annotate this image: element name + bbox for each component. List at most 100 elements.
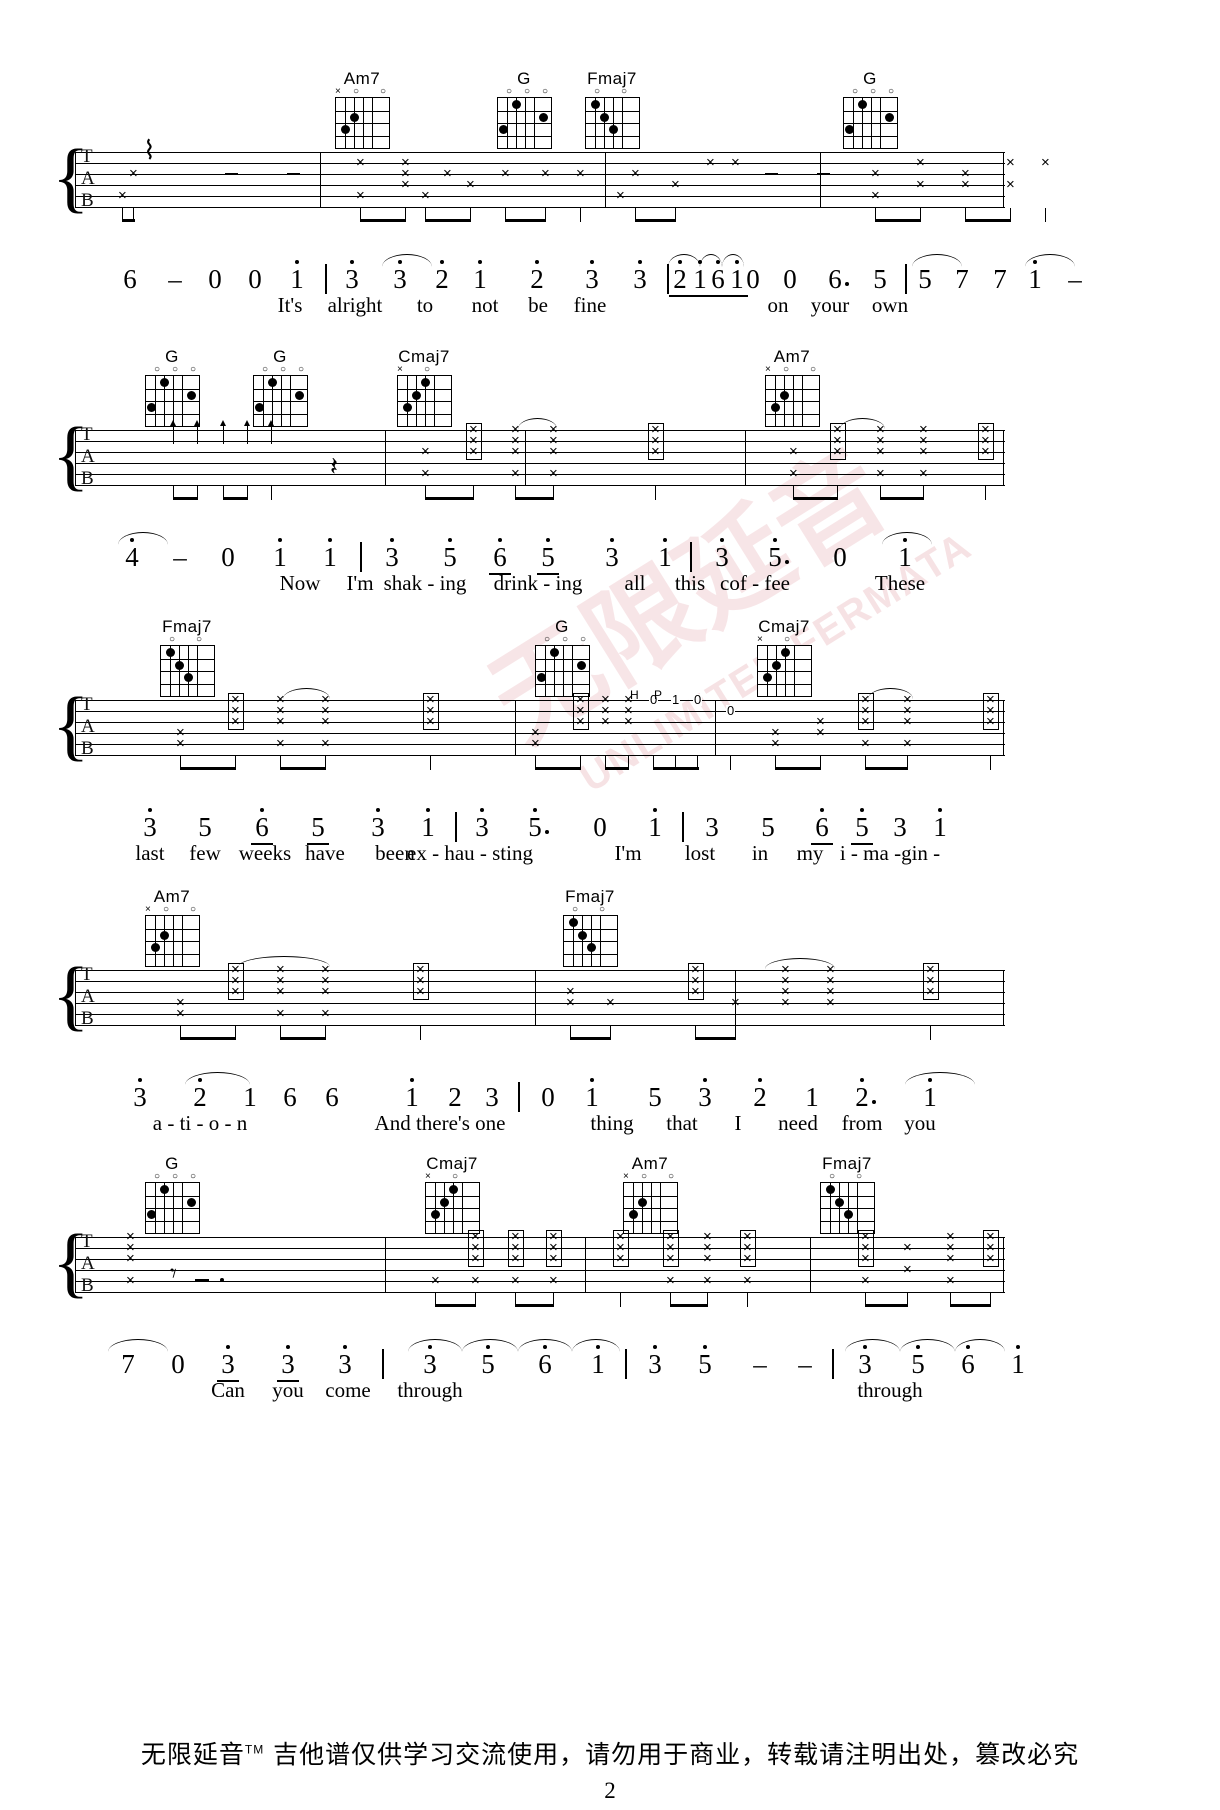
- chord-finger-dot: [159, 930, 169, 940]
- jianpu-note: 6: [961, 1349, 975, 1379]
- tab-mute-x: ×: [861, 735, 870, 752]
- jianpu-note: 1: [1028, 264, 1042, 294]
- jianpu-underline: [669, 295, 691, 297]
- jianpu-note: 0: [248, 264, 262, 294]
- note-beam: [793, 497, 838, 501]
- jianpu-barline: [667, 264, 669, 294]
- fret-wire-line: [335, 110, 389, 112]
- jianpu-slur: [185, 1072, 250, 1085]
- staff-line: [75, 430, 1005, 431]
- tab-mute-x: ×: [946, 1272, 955, 1289]
- jianpu-note: 6: [123, 264, 137, 294]
- chord-open-strings: ○ ○ ○: [154, 1171, 197, 1182]
- jianpu-note: 1: [923, 1082, 937, 1112]
- chord-finger-dot: [779, 390, 789, 400]
- jianpu-octave-dot: [1016, 1345, 1020, 1349]
- jianpu-octave-dot: [226, 1345, 230, 1349]
- chord-fret-grid: [159, 645, 215, 697]
- tab-staff: T A B × × ⌇ × × × × × × × × × × × × × × × × × × × × × × × × ×: [75, 138, 1050, 223]
- tab-chord-bracket: [228, 963, 244, 1000]
- tab-mute-x: ×: [616, 187, 625, 204]
- tab-chord-bracket: [923, 963, 939, 1000]
- tab-mute-x: ×: [903, 1261, 912, 1278]
- lyric-word: cof - fee: [720, 571, 790, 595]
- fret-wire-line: [563, 928, 617, 930]
- jianpu-note: 7: [955, 264, 969, 294]
- jianpu-octave-dot: [286, 1345, 290, 1349]
- jianpu-note: 5: [648, 1082, 662, 1112]
- tab-mute-x: ×: [356, 187, 365, 204]
- system-2: G ○ ○ ○ G ○ ○ ○ Cmaj7 × ○ Am7 × ○ ○ T A B 𝄽 × × × × × × × × × × × × × × ×…: [0, 348, 1220, 598]
- chord-finger-dot: [857, 100, 867, 109]
- chord-finger-dot: [770, 403, 780, 412]
- jianpu-note: 1: [273, 542, 287, 572]
- jianpu-note: 1: [658, 542, 672, 572]
- tab-mute-x: ×: [826, 994, 835, 1011]
- jianpu-note: 6: [538, 1349, 552, 1379]
- jianpu-slur: [382, 254, 432, 267]
- jianpu-octave-dot: [546, 538, 550, 542]
- tab-mute-x: ×: [671, 176, 680, 193]
- chord-fret-grid: [534, 645, 590, 697]
- jianpu-note: 5: [873, 264, 887, 294]
- eighth-rest: 𝄾: [170, 1259, 177, 1289]
- jianpu-note: 1: [290, 264, 304, 294]
- chord-finger-dot: [762, 673, 772, 682]
- jianpu-note: 5: [528, 812, 542, 842]
- tab-mute-x: ×: [876, 443, 885, 460]
- jianpu-octave-dot: [860, 808, 864, 812]
- tab-mute-x: ×: [903, 735, 912, 752]
- fret-wire-line: [535, 683, 589, 685]
- jianpu-note: 3: [485, 1082, 499, 1112]
- tab-mute-x: ×: [176, 994, 185, 1011]
- jianpu-octave-dot: [720, 538, 724, 542]
- chord-diagram-fmaj7: Fmaj7 ○ ○: [558, 888, 622, 967]
- jianpu-octave-dot: [820, 808, 824, 812]
- chord-finger-dot: [577, 930, 587, 940]
- tab-tie: [840, 418, 885, 429]
- jianpu-barline: [382, 1349, 384, 1379]
- jianpu-note: 3: [893, 812, 907, 842]
- note-beam: [223, 497, 248, 501]
- fret-wire-line: [145, 1208, 199, 1209]
- staff-line: [75, 992, 1005, 993]
- note-beam: [695, 1037, 736, 1041]
- chord-open-strings: ○ ○ ○: [544, 634, 587, 645]
- tab-mute-x: ×: [731, 154, 740, 171]
- barline: [605, 152, 607, 208]
- fret-wire-line: [145, 941, 199, 942]
- jianpu-note: 3: [338, 1349, 352, 1379]
- tab-mute-x: ×: [871, 187, 880, 204]
- tab-tie: [238, 956, 330, 967]
- jianpu-octave-dot: [638, 260, 642, 264]
- chord-finger-dot: [590, 100, 600, 109]
- chord-finger-dot: [349, 112, 359, 122]
- chord-finger-dot: [568, 918, 578, 927]
- lyric-word: through: [397, 1378, 463, 1402]
- lyric-word: ex - hau - sting: [407, 841, 533, 865]
- tab-mute-x: ×: [1041, 154, 1050, 171]
- chord-open-strings: ○ ○ ○: [154, 364, 197, 375]
- tab-chord-bracket: [688, 963, 704, 1000]
- jianpu-slur: [1025, 254, 1075, 267]
- barline: [385, 1237, 387, 1293]
- fret-wire-line: [253, 413, 307, 415]
- chord-finger-dot: [186, 390, 196, 400]
- jianpu-octave-dot: [410, 1078, 414, 1082]
- jianpu-dotted: [845, 282, 849, 286]
- tab-mute-x: ×: [421, 465, 430, 482]
- jianpu-barline: [682, 812, 684, 842]
- jianpu-note: 5: [541, 542, 555, 572]
- chord-finger-dot: [150, 943, 160, 952]
- note-stem: [1045, 208, 1047, 222]
- note-stem: [990, 756, 992, 770]
- jianpu-note: 6: [828, 264, 842, 294]
- tab-mute-x: ×: [321, 713, 330, 730]
- strum-arrowhead: [268, 420, 274, 426]
- tab-fret-number: 0: [693, 692, 703, 707]
- jianpu-note: 1: [898, 542, 912, 572]
- tab-mute-x: ×: [903, 713, 912, 730]
- chord-fret-grid: [584, 97, 640, 149]
- jianpu-octave-dot: [590, 1078, 594, 1082]
- tab-staff: T A B × × × × × × × × × × × × × × × × × × × × × × × × × × × × × × × × × ×: [75, 956, 1005, 1041]
